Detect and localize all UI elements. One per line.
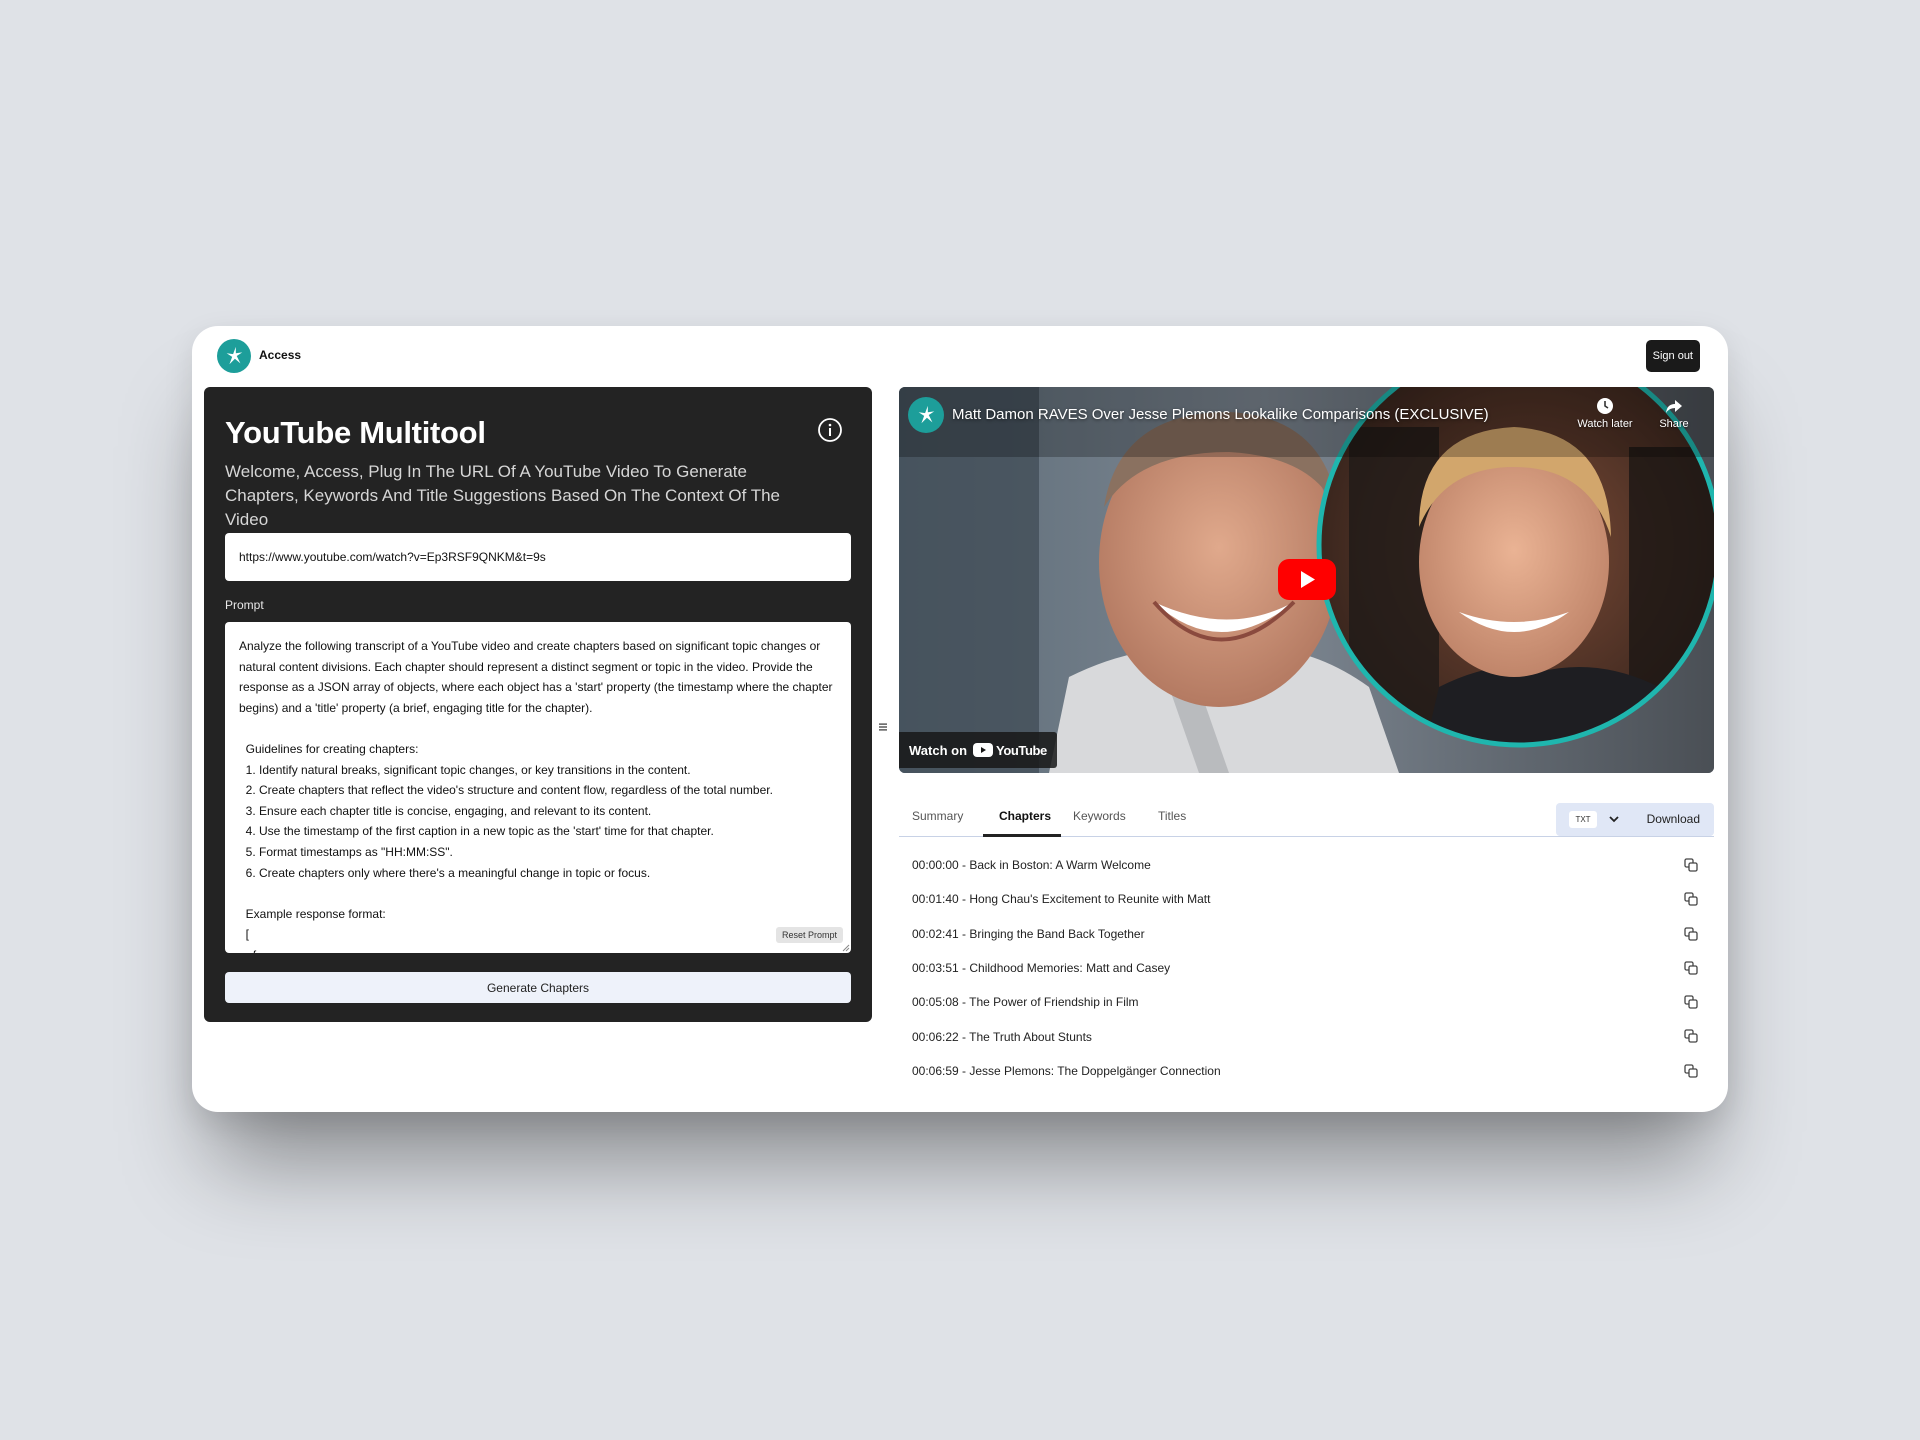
copy-icon[interactable] xyxy=(1684,892,1698,906)
chapter-text: 00:01:40 - Hong Chau's Excitement to Reu… xyxy=(912,892,1211,907)
url-input[interactable] xyxy=(225,533,851,581)
star-logo-icon xyxy=(226,346,243,365)
prompt-text[interactable]: Analyze the following transcript of a Yo… xyxy=(239,636,833,953)
youtube-logo: YouTube xyxy=(973,743,1047,758)
copy-icon[interactable] xyxy=(1684,961,1698,975)
chapter-list: 00:00:00 - Back in Boston: A Warm Welcom… xyxy=(899,848,1714,1088)
list-item: 00:00:00 - Back in Boston: A Warm Welcom… xyxy=(899,848,1714,882)
tab-chapters[interactable]: Chapters xyxy=(999,809,1051,823)
watch-later-label: Watch later xyxy=(1577,418,1633,430)
share-button[interactable]: Share xyxy=(1644,397,1704,430)
video-title[interactable]: Matt Damon RAVES Over Jesse Plemons Look… xyxy=(952,406,1489,423)
youtube-wordmark: YouTube xyxy=(996,742,1047,758)
video-player[interactable]: Matt Damon RAVES Over Jesse Plemons Look… xyxy=(899,387,1714,773)
reset-prompt-button[interactable]: Reset Prompt xyxy=(775,927,843,943)
tab-titles[interactable]: Titles xyxy=(1158,809,1186,823)
list-item: 00:01:40 - Hong Chau's Excitement to Reu… xyxy=(899,882,1714,916)
page-title: YouTube Multitool xyxy=(225,415,486,450)
list-item: 00:03:51 - Childhood Memories: Matt and … xyxy=(899,951,1714,985)
clock-icon xyxy=(1597,398,1613,414)
tab-summary[interactable]: Summary xyxy=(912,809,963,823)
result-tabs: Summary Chapters Keywords Titles TXT Dow… xyxy=(899,795,1714,837)
chapter-text: 00:00:00 - Back in Boston: A Warm Welcom… xyxy=(912,858,1151,873)
list-item: 00:06:59 - Jesse Plemons: The Doppelgäng… xyxy=(899,1054,1714,1088)
copy-icon[interactable] xyxy=(1684,1029,1698,1044)
play-icon[interactable] xyxy=(1278,559,1336,600)
chapter-text: 00:06:59 - Jesse Plemons: The Doppelgäng… xyxy=(912,1063,1221,1078)
download-group: TXT Download xyxy=(1556,803,1714,836)
youtube-play-icon xyxy=(973,743,994,757)
list-item: 00:05:08 - The Power of Friendship in Fi… xyxy=(899,985,1714,1019)
channel-avatar[interactable] xyxy=(908,397,944,433)
tool-panel: YouTube Multitool Welcome, Access, Plug … xyxy=(204,387,872,1022)
drag-handle-icon[interactable] xyxy=(878,722,888,732)
top-bar: Access Sign out xyxy=(192,326,1728,386)
sign-out-button[interactable]: Sign out xyxy=(1645,340,1700,372)
generate-chapters-button[interactable]: Generate Chapters xyxy=(225,972,851,1003)
download-button[interactable]: Download xyxy=(1647,812,1700,826)
copy-icon[interactable] xyxy=(1684,858,1698,872)
copy-icon[interactable] xyxy=(1684,995,1698,1009)
app-logo[interactable] xyxy=(217,339,251,373)
share-icon xyxy=(1666,400,1682,413)
brand-name: Access xyxy=(259,348,302,362)
info-icon[interactable] xyxy=(817,417,843,443)
chapter-text: 00:02:41 - Bringing the Band Back Togeth… xyxy=(912,926,1145,941)
star-logo-icon xyxy=(918,405,935,424)
chapter-text: 00:03:51 - Childhood Memories: Matt and … xyxy=(912,961,1171,976)
watch-later-button[interactable]: Watch later xyxy=(1575,397,1635,430)
list-item: 00:06:22 - The Truth About Stunts xyxy=(899,1019,1714,1053)
watch-on-label: Watch on xyxy=(909,742,968,758)
active-tab-indicator xyxy=(983,834,1061,837)
page-subtitle: Welcome, Access, Plug In The URL Of A Yo… xyxy=(225,462,781,529)
app-window: Access Sign out YouTube Multitool Welcom… xyxy=(192,326,1728,1112)
list-item: 00:02:41 - Bringing the Band Back Togeth… xyxy=(899,917,1714,951)
copy-icon[interactable] xyxy=(1684,1064,1698,1078)
chevron-down-icon[interactable] xyxy=(1608,813,1620,825)
chapter-text: 00:06:22 - The Truth About Stunts xyxy=(912,1029,1092,1044)
copy-icon[interactable] xyxy=(1684,926,1698,941)
share-label: Share xyxy=(1659,418,1689,430)
format-select[interactable]: TXT xyxy=(1569,811,1597,828)
prompt-label: Prompt xyxy=(225,598,264,612)
watch-on-youtube-button[interactable]: Watch on YouTube xyxy=(899,732,1057,768)
tab-keywords[interactable]: Keywords xyxy=(1073,809,1126,823)
prompt-textarea[interactable]: Analyze the following transcript of a Yo… xyxy=(225,622,851,953)
resize-grip-icon[interactable] xyxy=(842,944,850,952)
chapter-text: 00:05:08 - The Power of Friendship in Fi… xyxy=(912,995,1139,1010)
